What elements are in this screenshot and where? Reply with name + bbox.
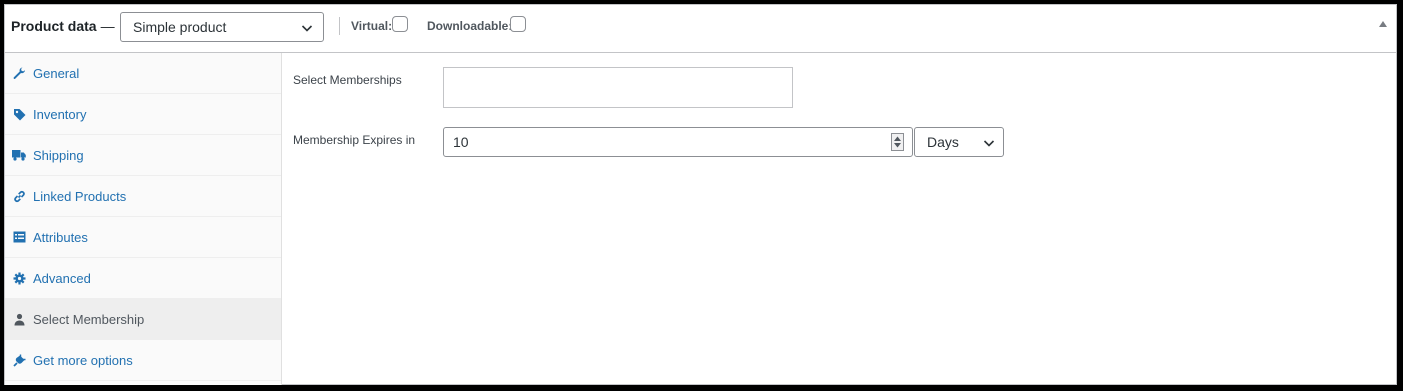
tab-label: Get more options <box>33 352 133 368</box>
tab-label: Advanced <box>33 270 91 286</box>
panel-header: Product data — Simple product Virtual: Do… <box>5 5 1396 53</box>
spin-down-icon[interactable] <box>894 143 901 148</box>
tab-label: Attributes <box>33 229 88 245</box>
tab-get-more-options[interactable]: Get more options <box>5 340 281 381</box>
wrench-icon <box>12 66 26 80</box>
chevron-down-icon <box>301 25 313 32</box>
gear-icon <box>12 271 26 285</box>
tab-inventory[interactable]: Inventory <box>5 94 281 135</box>
tab-label: Shipping <box>33 147 84 163</box>
chevron-down-icon <box>983 140 995 147</box>
product-type-select[interactable]: Simple product <box>120 12 324 42</box>
truck-icon <box>12 148 26 162</box>
virtual-label: Virtual: <box>351 19 393 33</box>
expires-unit-value: Days <box>927 134 959 150</box>
downloadable-label: Downloadable: <box>427 19 513 33</box>
product-type-value: Simple product <box>133 19 227 35</box>
list-icon <box>12 230 26 244</box>
tab-select-membership[interactable]: Select Membership <box>5 299 281 340</box>
membership-expires-label: Membership Expires in <box>293 133 416 147</box>
header-divider <box>339 17 340 35</box>
tab-shipping[interactable]: Shipping <box>5 135 281 176</box>
tab-label: Inventory <box>33 106 87 122</box>
number-spinner[interactable] <box>891 133 904 151</box>
title-dash: — <box>100 18 115 34</box>
spin-up-icon[interactable] <box>894 136 901 141</box>
select-memberships-field[interactable] <box>443 67 793 108</box>
tab-linked-products[interactable]: Linked Products <box>5 176 281 217</box>
tab-label: Linked Products <box>33 188 127 204</box>
tab-label: General <box>33 65 80 81</box>
plug-icon <box>12 353 26 367</box>
expires-unit-select[interactable]: Days <box>914 127 1004 157</box>
membership-options-panel: Select Memberships Membership Expires in… <box>283 53 1396 384</box>
membership-expires-value: 10 <box>453 134 469 150</box>
product-data-panel: Product data — Simple product Virtual: Do… <box>4 4 1397 385</box>
tab-advanced[interactable]: Advanced <box>5 258 281 299</box>
collapse-arrow-icon[interactable] <box>1378 20 1388 28</box>
product-data-tabs: General Inventory Shipping Linked Produc… <box>5 53 282 385</box>
tab-attributes[interactable]: Attributes <box>5 217 281 258</box>
tab-general[interactable]: General <box>5 53 281 94</box>
link-icon <box>12 189 26 203</box>
panel-title: Product data — <box>11 18 115 34</box>
select-memberships-label: Select Memberships <box>293 73 402 87</box>
panel-title-text: Product data <box>11 18 97 34</box>
person-icon <box>12 312 26 326</box>
tab-label: Select Membership <box>33 311 145 327</box>
membership-expires-input[interactable]: 10 <box>443 127 913 157</box>
virtual-checkbox[interactable] <box>392 16 408 32</box>
tag-icon <box>12 107 26 121</box>
downloadable-checkbox[interactable] <box>510 16 526 32</box>
